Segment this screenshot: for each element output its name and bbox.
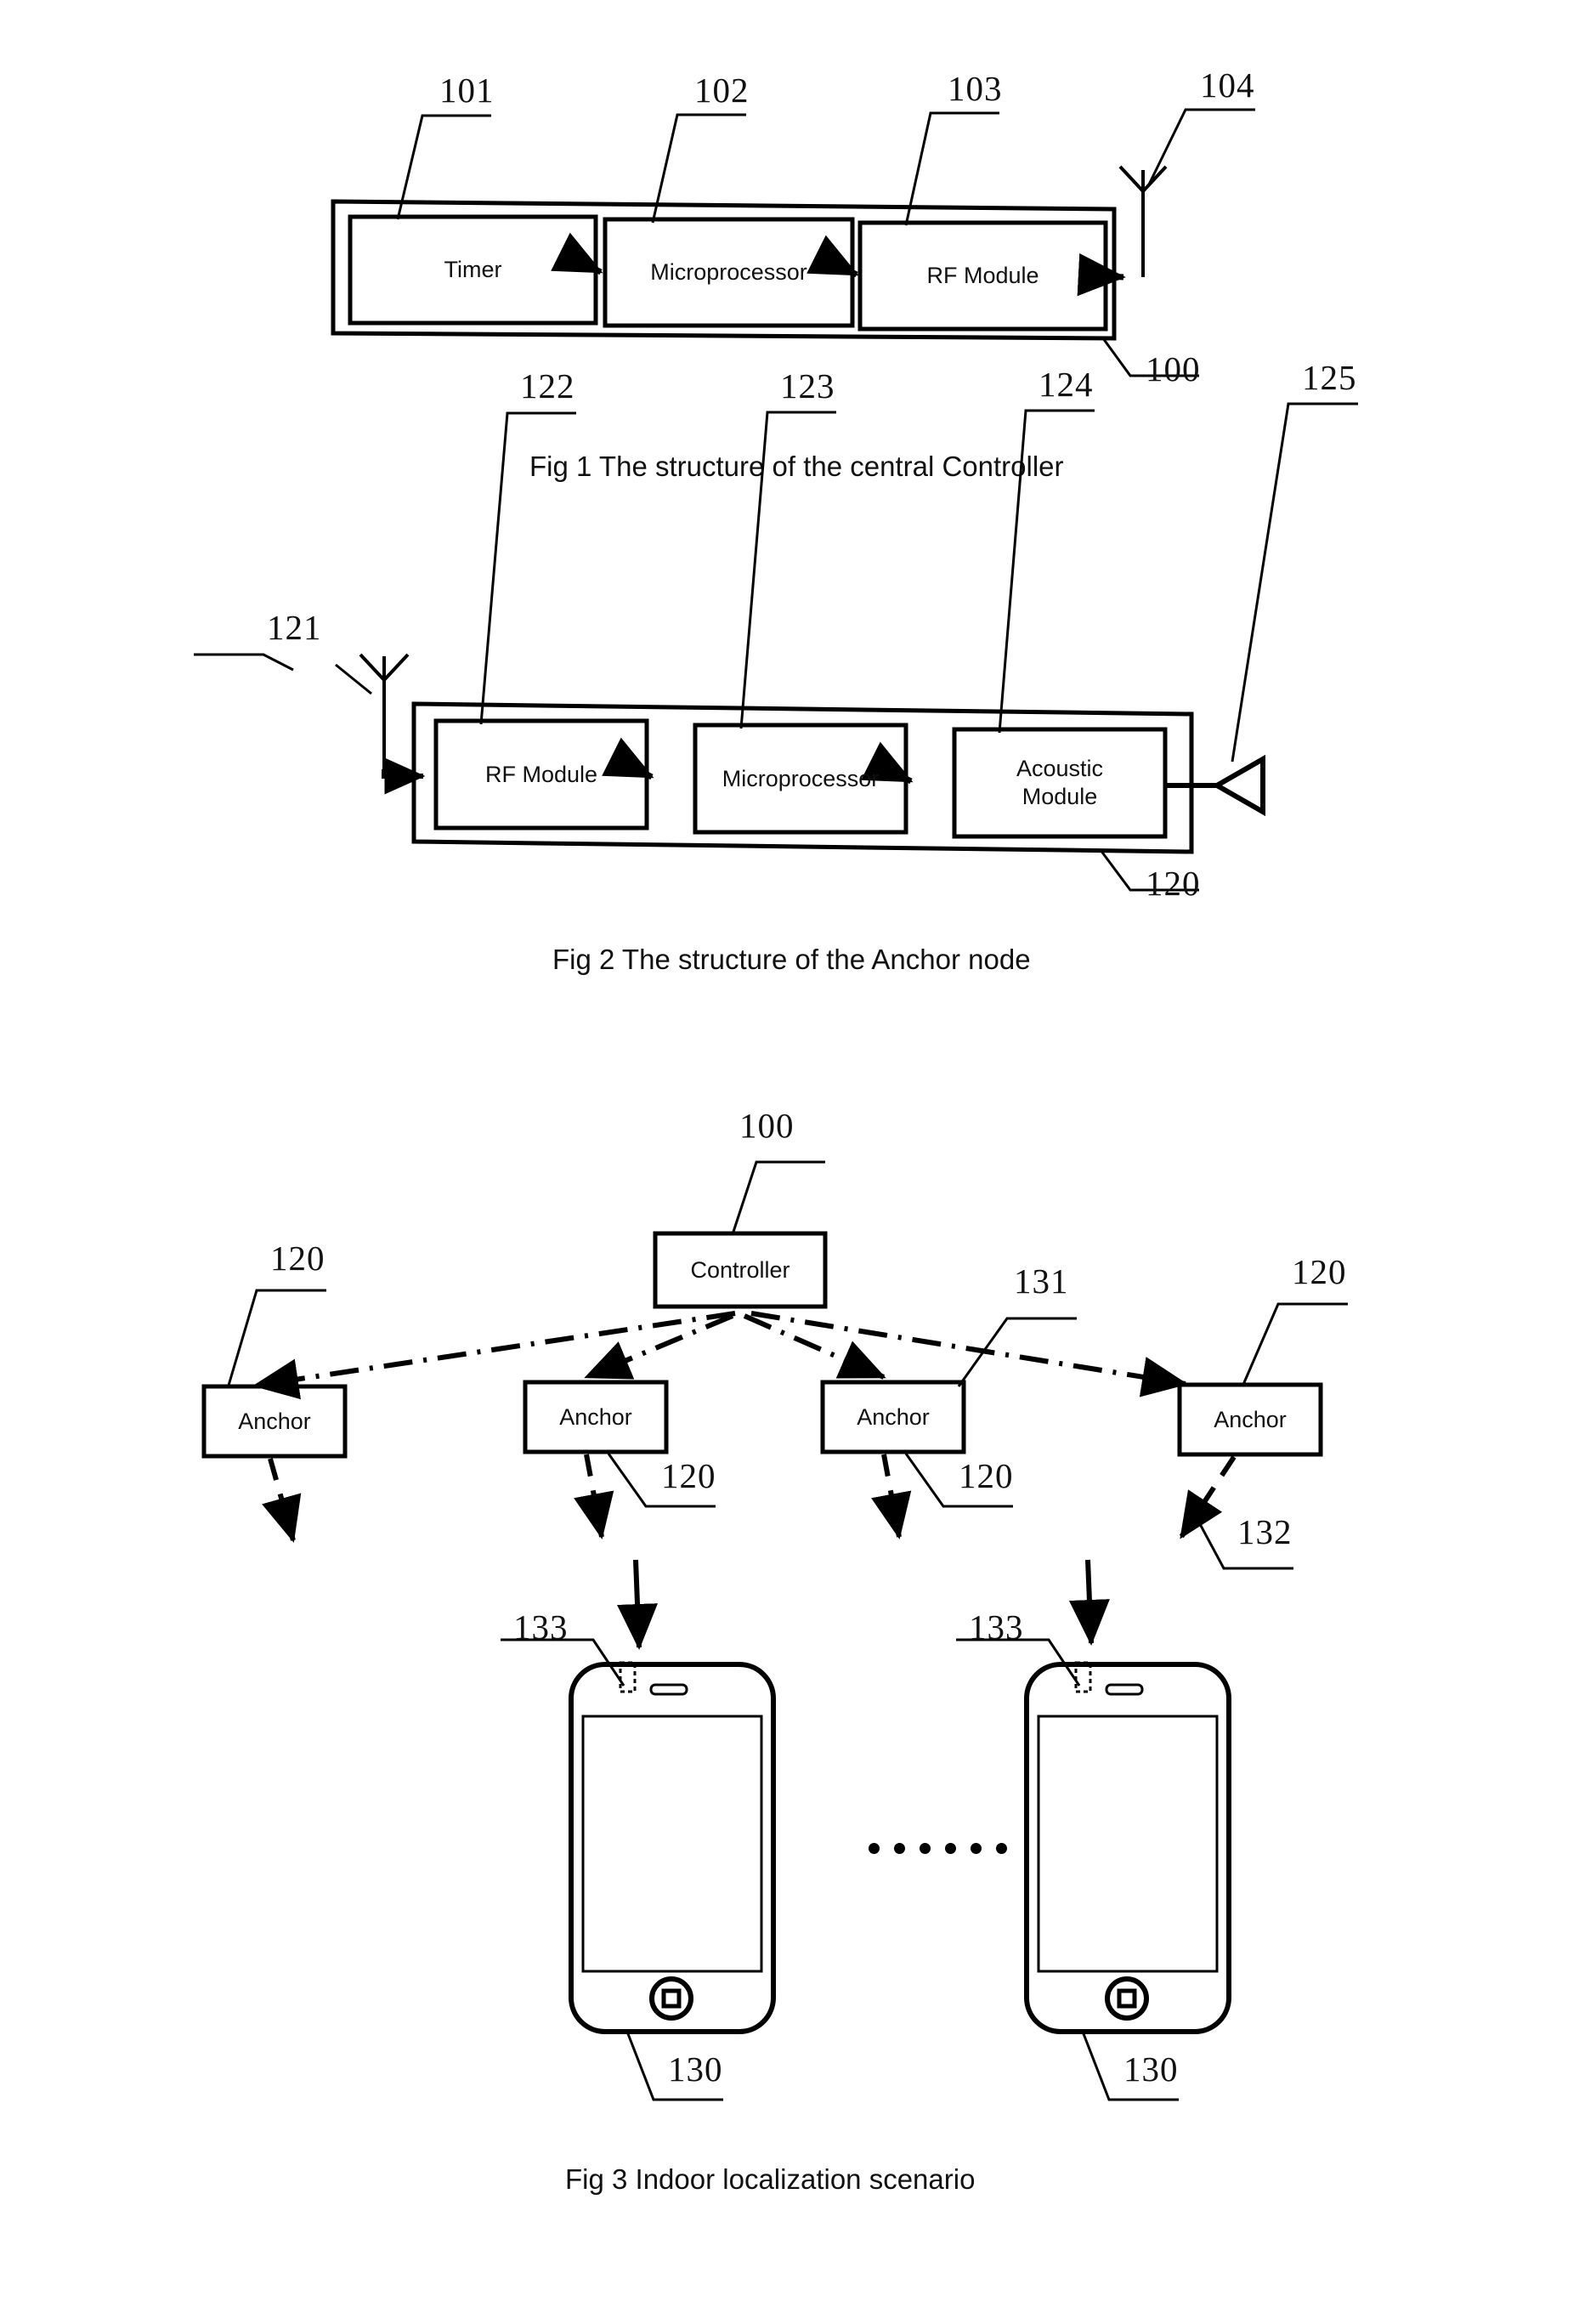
patent-drawing-sheet: 101 102 103 104 100 Timer Microprocessor…	[0, 0, 1596, 2313]
fig3-anchor-node-3: Anchor	[857, 1403, 930, 1430]
fig3-controller-node: Controller	[690, 1256, 790, 1283]
ellipsis-dot	[894, 1843, 905, 1854]
fig3-anchor-node-4: Anchor	[1214, 1406, 1287, 1432]
fig3-ellipsis-dots	[869, 1843, 1007, 1854]
ellipsis-dot	[996, 1843, 1007, 1854]
fig3-caption: Fig 3 Indoor localization scenario	[565, 2163, 976, 2195]
fig3-ref-131: 131	[1014, 1261, 1069, 1301]
fig3-phone-ref-right: 130	[1123, 2049, 1179, 2089]
ellipsis-dot	[920, 1843, 931, 1854]
fig3-anchor-node-2: Anchor	[559, 1403, 632, 1430]
ellipsis-dot	[971, 1843, 982, 1854]
fig3-ref-132: 132	[1237, 1512, 1293, 1551]
fig3-ref-100: 100	[739, 1106, 795, 1145]
fig3-anchor-ref-3: 120	[959, 1456, 1014, 1495]
fig3-linework	[201, 1160, 1348, 2101]
ellipsis-dot	[945, 1843, 956, 1854]
fig3-anchor-node-1: Anchor	[238, 1408, 311, 1434]
fig3-anchor-ref-4: 120	[1292, 1252, 1347, 1291]
ellipsis-dot	[869, 1843, 880, 1854]
fig3-mic-ref-left: 133	[513, 1607, 569, 1647]
fig3-mic-ref-right: 133	[969, 1607, 1024, 1647]
fig3-phone-ref-left: 130	[668, 2049, 723, 2089]
fig3-anchor-ref-2: 120	[661, 1456, 716, 1495]
fig3-anchor-ref-1: 120	[270, 1239, 325, 1278]
